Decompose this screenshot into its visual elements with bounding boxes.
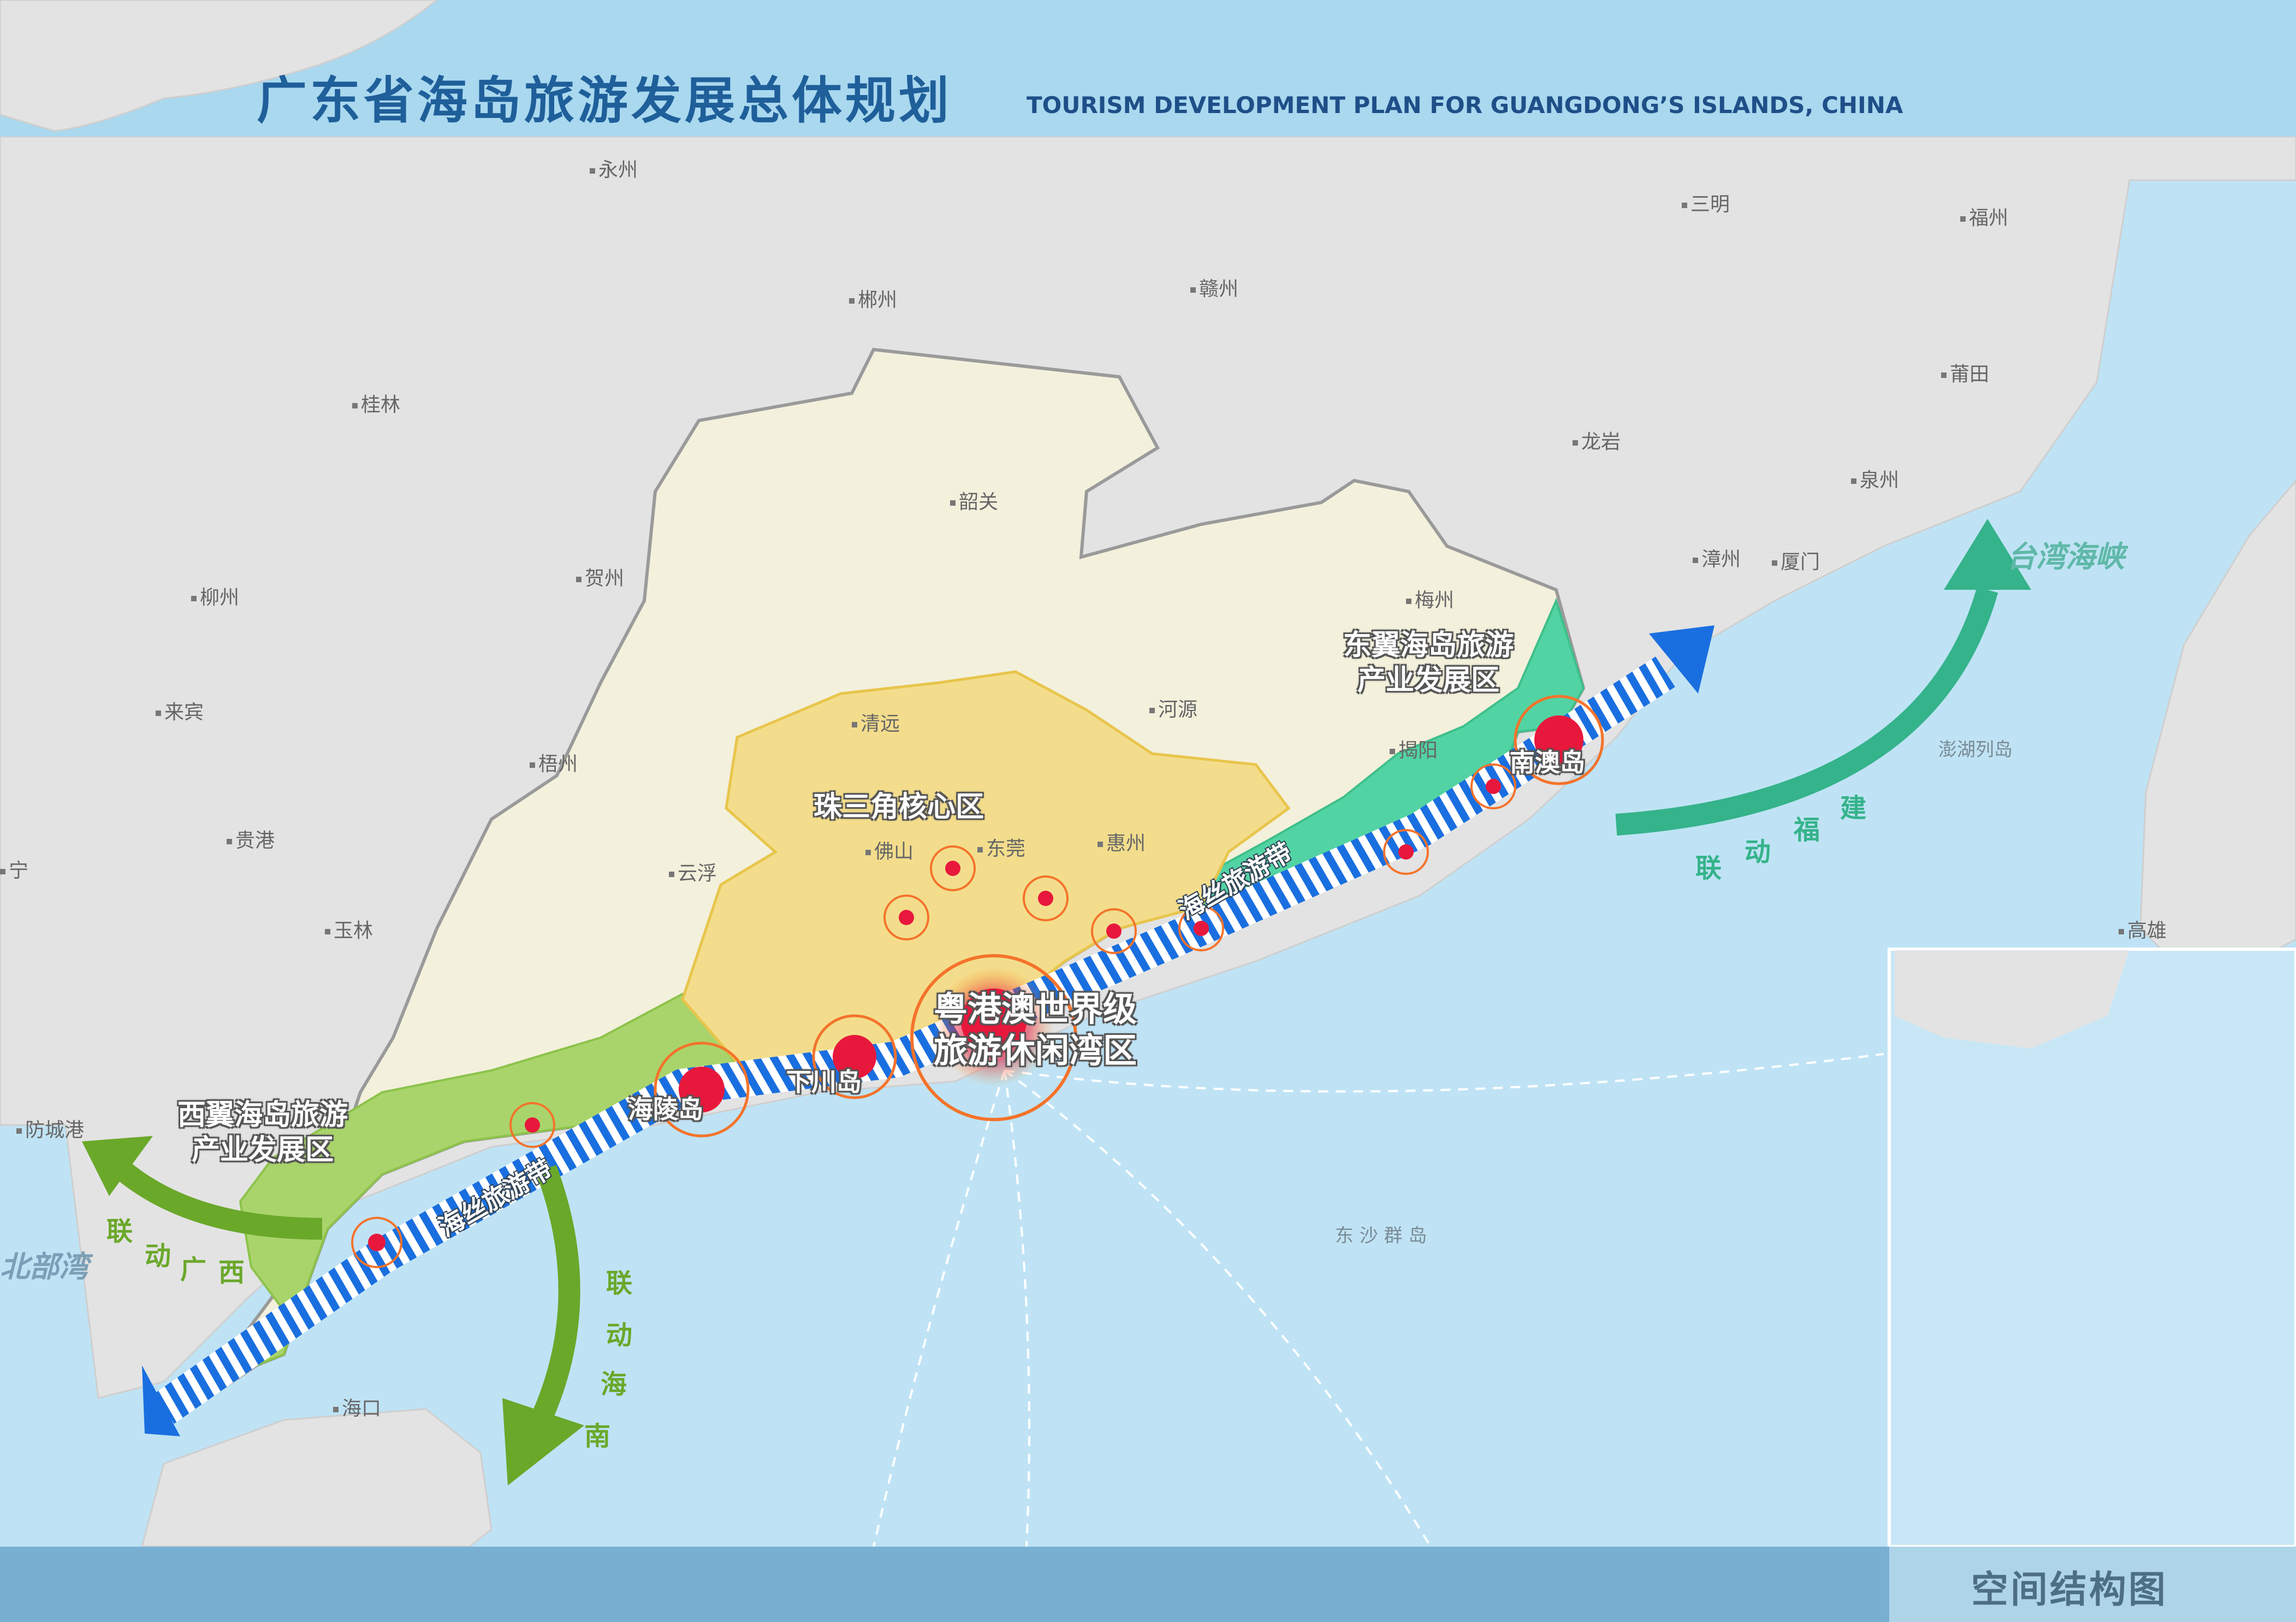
east-wing-label-line2: 产业发展区: [1357, 664, 1500, 697]
bay-area-label-line1: 粤港澳世界级: [934, 989, 1137, 1029]
city-label: 三明: [1682, 188, 1730, 217]
city-label: 海口: [333, 1393, 381, 1421]
map-graphics: [0, 135, 2296, 1548]
city-label: 揭阳: [1390, 735, 1438, 763]
islands-label: 澎湖列岛: [1938, 739, 2013, 761]
city-label: 来宾: [156, 696, 204, 725]
city-label: 宁: [0, 855, 28, 883]
city-label: 龙岩: [1573, 426, 1621, 454]
west-wing-label-line2: 产业发展区: [192, 1134, 334, 1167]
link-hainan-char: 南: [584, 1421, 611, 1452]
map-canvas: 广东省海岛旅游发展总体规划 TOURISM DEVELOPMENT PLAN F…: [0, 0, 2296, 1622]
map-caption: 空间结构图: [1971, 1568, 2168, 1612]
east-wing-label: 东翼海岛旅游 产业发展区: [1343, 628, 1514, 698]
city-label: 桂林: [352, 389, 400, 417]
city-label: 高雄: [2119, 915, 2167, 943]
city-label: 东莞: [977, 833, 1025, 861]
sea-label-beibu: 北部湾: [0, 1250, 88, 1284]
city-label: 贺州: [576, 563, 624, 591]
city-label: 厦门: [1772, 546, 1820, 575]
city-label: 梧州: [530, 748, 578, 777]
city-label: 惠州: [1097, 827, 1146, 856]
prd-core-label: 珠三角核心区: [814, 791, 984, 824]
city-label: 永州: [590, 154, 638, 182]
islands-label: 东 沙 群 岛: [1335, 1225, 1427, 1247]
city-label: 玉林: [325, 915, 373, 943]
city-label: 韶关: [950, 486, 998, 514]
sea-label-taiwan-strait: 台湾海峡: [2007, 540, 2125, 574]
page-title: 广东省海岛旅游发展总体规划: [257, 72, 953, 130]
city-label: 福州: [1960, 202, 2008, 230]
island-label-xiachuan: 下川岛: [786, 1067, 862, 1097]
west-wing-label: 西翼海岛旅游 产业发展区: [177, 1098, 348, 1168]
link-hainan-char: 联: [606, 1268, 633, 1299]
city-label: 清远: [852, 708, 900, 736]
link-guangxi-char: 联: [106, 1216, 133, 1247]
link-hainan-char: 动: [606, 1320, 633, 1351]
city-label: 云浮: [669, 857, 717, 886]
city-label: 防城港: [16, 1114, 84, 1142]
link-fujian-char: 福: [1794, 815, 1820, 845]
bay-area-label-line2: 旅游休闲湾区: [934, 1031, 1137, 1070]
city-label: 赣州: [1190, 273, 1238, 301]
east-wing-label-line1: 东翼海岛旅游: [1343, 629, 1514, 662]
footer-band: [0, 1547, 1889, 1622]
link-fujian-char: 建: [1840, 793, 1867, 824]
city-label: 贵港: [227, 825, 275, 853]
bay-area-label: 粤港澳世界级 旅游休闲湾区: [934, 988, 1137, 1072]
link-fujian-char: 联: [1695, 853, 1722, 884]
city-label: 莆田: [1941, 358, 1989, 387]
city-label: 郴州: [849, 284, 897, 312]
city-label: 梅州: [1406, 584, 1454, 613]
link-hainan-char: 海: [601, 1369, 627, 1400]
link-fujian-char: 动: [1745, 837, 1771, 867]
city-label: 河源: [1149, 694, 1197, 722]
page-subtitle: TOURISM DEVELOPMENT PLAN FOR GUANGDONG’S…: [1027, 92, 1903, 119]
city-label: 柳州: [191, 582, 239, 610]
link-guangxi-char: 西: [218, 1257, 245, 1288]
city-label: 佛山: [865, 836, 913, 864]
city-label: 漳州: [1693, 543, 1741, 572]
inset-frame: [1888, 948, 2296, 1548]
link-guangxi-char: 动: [145, 1241, 171, 1271]
island-label-nanao: 南澳岛: [1510, 748, 1585, 777]
city-label: 泉州: [1851, 464, 1899, 493]
west-wing-label-line1: 西翼海岛旅游: [177, 1099, 348, 1132]
link-guangxi-char: 广: [180, 1254, 207, 1285]
island-label-hailing: 海陵岛: [628, 1094, 703, 1124]
